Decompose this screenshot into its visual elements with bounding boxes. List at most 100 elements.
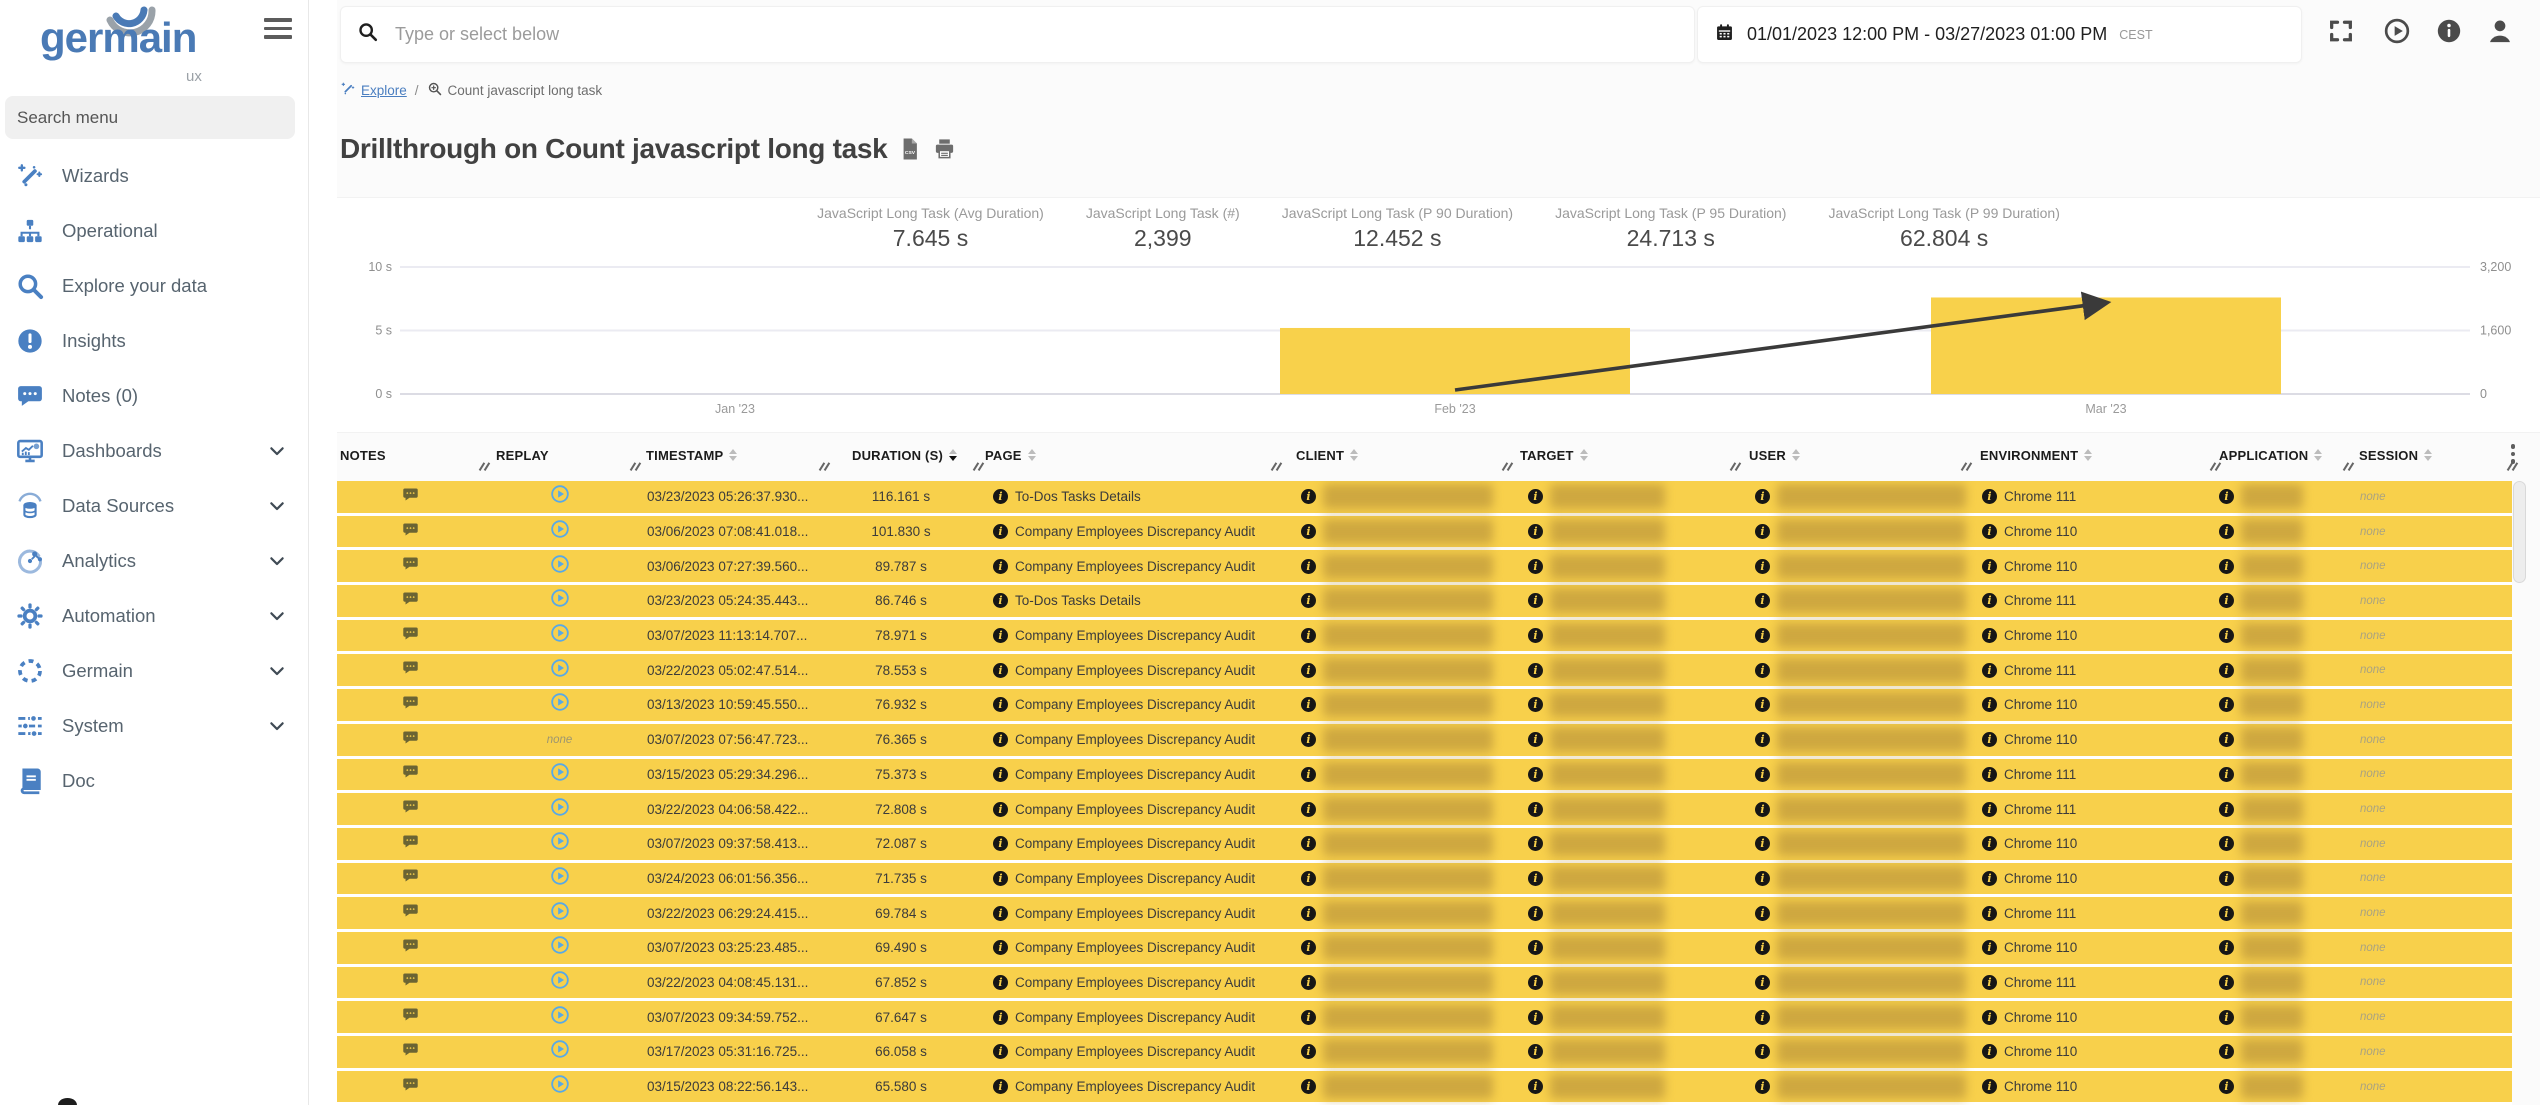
table-row[interactable]: none 03/07/2023 07:56:47.723... 76.365 siC… bbox=[337, 723, 2512, 759]
column-resize-handle[interactable] bbox=[1728, 462, 1742, 472]
info-icon[interactable]: i bbox=[1982, 766, 1997, 782]
note-icon[interactable] bbox=[401, 590, 420, 612]
info-icon[interactable]: i bbox=[1982, 558, 1997, 574]
info-icon[interactable]: i bbox=[1528, 732, 1543, 748]
note-icon[interactable] bbox=[401, 971, 420, 993]
fullscreen-icon[interactable] bbox=[2327, 17, 2355, 45]
info-icon[interactable]: i bbox=[1301, 801, 1316, 817]
info-icon[interactable]: i bbox=[1528, 801, 1543, 817]
sidebar-search-input[interactable] bbox=[5, 96, 295, 139]
info-icon[interactable]: i bbox=[1301, 870, 1316, 886]
table-row[interactable]: 03/23/2023 05:24:35.443... 86.746 s i To-Do… bbox=[337, 585, 2512, 620]
info-icon[interactable]: i bbox=[1301, 524, 1316, 540]
sidebar-item-data-sources[interactable]: Data Sources bbox=[0, 478, 308, 533]
column-header-environment[interactable]: ENVIRONMENT bbox=[1966, 440, 2215, 481]
info-icon[interactable]: i bbox=[1301, 558, 1316, 574]
note-icon[interactable] bbox=[401, 902, 420, 924]
info-icon[interactable]: i bbox=[1301, 489, 1316, 505]
info-icon[interactable]: i bbox=[1755, 593, 1770, 609]
replay-play-icon[interactable] bbox=[550, 1005, 570, 1030]
info-icon[interactable]: i bbox=[1528, 662, 1543, 678]
info-icon[interactable]: i bbox=[1301, 628, 1316, 644]
table-row[interactable]: 03/23/2023 05:26:37.930... 116.161 s i To-D… bbox=[337, 481, 2512, 516]
replay-play-icon[interactable] bbox=[550, 692, 570, 717]
sidebar-item-automation[interactable]: Automation bbox=[0, 588, 308, 643]
bottom-left-widget[interactable] bbox=[58, 1098, 77, 1105]
info-icon[interactable]: i bbox=[993, 489, 1008, 505]
info-icon[interactable]: i bbox=[1982, 974, 1997, 990]
column-resize-handle[interactable] bbox=[628, 462, 642, 472]
info-icon[interactable]: i bbox=[1755, 558, 1770, 574]
info-icon[interactable]: i bbox=[1755, 940, 1770, 956]
note-icon[interactable] bbox=[401, 694, 420, 716]
info-icon[interactable]: i bbox=[1755, 1044, 1770, 1060]
info-icon[interactable]: i bbox=[993, 732, 1008, 748]
table-row[interactable]: 03/22/2023 04:06:58.422... 72.808 s i Compa… bbox=[337, 793, 2512, 828]
info-icon[interactable] bbox=[2435, 17, 2463, 45]
info-icon[interactable]: i bbox=[993, 766, 1008, 782]
note-icon[interactable] bbox=[401, 763, 420, 785]
replay-play-icon[interactable] bbox=[550, 831, 570, 856]
info-icon[interactable]: i bbox=[1982, 1009, 1997, 1025]
note-icon[interactable] bbox=[401, 1006, 420, 1028]
info-icon[interactable]: i bbox=[2219, 1079, 2234, 1095]
table-row[interactable]: 03/07/2023 09:34:59.752... 67.647 s i Compa… bbox=[337, 1001, 2512, 1036]
play-circle-icon[interactable] bbox=[2383, 17, 2411, 45]
info-icon[interactable]: i bbox=[1755, 870, 1770, 886]
column-header-duration-s[interactable]: DURATION (S) bbox=[824, 440, 978, 481]
info-icon[interactable]: i bbox=[1528, 524, 1543, 540]
info-icon[interactable]: i bbox=[1301, 974, 1316, 990]
note-icon[interactable] bbox=[401, 798, 420, 820]
sidebar-item-system[interactable]: System bbox=[0, 698, 308, 753]
info-icon[interactable]: i bbox=[1755, 524, 1770, 540]
column-header-client[interactable]: CLIENT bbox=[1276, 440, 1507, 481]
info-icon[interactable]: i bbox=[1982, 628, 1997, 644]
table-row[interactable]: 03/07/2023 09:37:58.413... 72.087 s i Compa… bbox=[337, 827, 2512, 863]
note-icon[interactable] bbox=[401, 833, 420, 855]
info-icon[interactable]: i bbox=[2219, 870, 2234, 886]
info-icon[interactable]: i bbox=[1982, 697, 1997, 713]
info-icon[interactable]: i bbox=[993, 974, 1008, 990]
info-icon[interactable]: i bbox=[1528, 489, 1543, 505]
column-header-timestamp[interactable]: TIMESTAMP bbox=[635, 440, 824, 481]
info-icon[interactable]: i bbox=[2219, 558, 2234, 574]
sidebar-item-explore-your-data[interactable]: Explore your data bbox=[0, 258, 308, 313]
info-icon[interactable]: i bbox=[1301, 766, 1316, 782]
info-icon[interactable]: i bbox=[1755, 836, 1770, 852]
note-icon[interactable] bbox=[401, 1041, 420, 1063]
info-icon[interactable]: i bbox=[993, 870, 1008, 886]
info-icon[interactable]: i bbox=[1301, 697, 1316, 713]
column-resize-handle[interactable] bbox=[1500, 462, 1514, 472]
replay-play-icon[interactable] bbox=[550, 935, 570, 960]
sidebar-item-insights[interactable]: Insights bbox=[0, 313, 308, 368]
note-icon[interactable] bbox=[401, 729, 420, 751]
info-icon[interactable]: i bbox=[1982, 1079, 1997, 1095]
sidebar-item-wizards[interactable]: Wizards bbox=[0, 148, 308, 203]
info-icon[interactable]: i bbox=[2219, 766, 2234, 782]
table-row[interactable]: 03/13/2023 10:59:45.550... 76.932 s i Compa… bbox=[337, 689, 2512, 724]
table-row[interactable]: 03/15/2023 08:22:56.143... 65.580 s i Compa… bbox=[337, 1070, 2512, 1105]
column-header-user[interactable]: USER bbox=[1735, 440, 1966, 481]
info-icon[interactable]: i bbox=[993, 1079, 1008, 1095]
replay-play-icon[interactable] bbox=[550, 554, 570, 579]
column-resize-handle[interactable] bbox=[2208, 462, 2222, 472]
column-resize-handle[interactable] bbox=[2341, 462, 2355, 472]
info-icon[interactable]: i bbox=[2219, 836, 2234, 852]
info-icon[interactable]: i bbox=[1982, 801, 1997, 817]
column-resize-handle[interactable] bbox=[1269, 462, 1283, 472]
info-icon[interactable]: i bbox=[1528, 870, 1543, 886]
column-header-application[interactable]: APPLICATION bbox=[2215, 440, 2348, 481]
info-icon[interactable]: i bbox=[1301, 593, 1316, 609]
column-resize-handle[interactable] bbox=[817, 462, 831, 472]
column-resize-handle[interactable] bbox=[477, 462, 491, 472]
sidebar-item-analytics[interactable]: Analytics bbox=[0, 533, 308, 588]
info-icon[interactable]: i bbox=[1528, 1044, 1543, 1060]
table-row[interactable]: 03/22/2023 06:29:24.415... 69.784 s i Compa… bbox=[337, 897, 2512, 932]
sidebar-item-dashboards[interactable]: Dashboards bbox=[0, 423, 308, 478]
info-icon[interactable]: i bbox=[1528, 974, 1543, 990]
info-icon[interactable]: i bbox=[2219, 662, 2234, 678]
replay-play-icon[interactable] bbox=[550, 623, 570, 648]
table-row[interactable]: 03/22/2023 05:02:47.514... 78.553 s i Compa… bbox=[337, 654, 2512, 690]
info-icon[interactable]: i bbox=[993, 524, 1008, 540]
info-icon[interactable]: i bbox=[2219, 697, 2234, 713]
